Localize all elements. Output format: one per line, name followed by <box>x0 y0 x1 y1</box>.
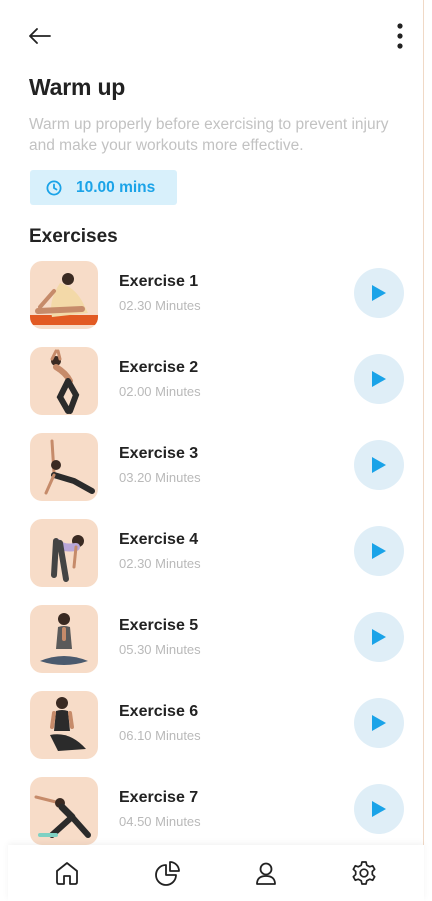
home-icon <box>56 862 78 885</box>
top-bar <box>0 0 424 72</box>
exercise-row[interactable]: Exercise 1 02.30 Minutes <box>0 260 424 330</box>
exercise-row[interactable]: Exercise 5 05.30 Minutes <box>0 604 424 674</box>
play-button[interactable] <box>354 440 404 490</box>
play-icon <box>372 543 386 559</box>
exercise-name: Exercise 5 <box>119 617 199 634</box>
play-button[interactable] <box>354 784 404 834</box>
pie-chart-icon <box>155 861 180 886</box>
play-icon <box>372 285 386 301</box>
exercise-thumbnail <box>30 519 98 587</box>
duration-text: 10.00 mins <box>76 178 156 196</box>
exercise-thumbnail <box>30 777 98 845</box>
page-subtitle: Warm up properly before exercising to pr… <box>29 116 389 154</box>
tab-settings[interactable] <box>344 855 384 891</box>
exercise-row[interactable]: Exercise 6 06.10 Minutes <box>0 690 424 760</box>
clock-icon <box>46 180 62 195</box>
play-button[interactable] <box>354 526 404 576</box>
play-button[interactable] <box>354 612 404 662</box>
exercise-row[interactable]: Exercise 4 02.30 Minutes <box>0 518 424 588</box>
exercise-name: Exercise 2 <box>119 359 199 376</box>
play-icon <box>372 801 386 817</box>
exercise-name: Exercise 6 <box>119 703 199 720</box>
exercise-duration: 05.30 Minutes <box>119 642 201 657</box>
exercise-name: Exercise 4 <box>119 531 199 548</box>
exercise-duration: 02.00 Minutes <box>119 384 201 399</box>
more-options-button[interactable] <box>388 20 412 52</box>
exercise-thumbnail <box>30 433 98 501</box>
play-button[interactable] <box>354 354 404 404</box>
user-icon <box>256 862 276 885</box>
exercise-thumbnail <box>30 261 98 329</box>
bottom-tab-bar <box>8 845 424 901</box>
arrow-left-icon <box>29 28 51 44</box>
back-button[interactable] <box>26 22 54 50</box>
play-icon <box>372 371 386 387</box>
exercise-row[interactable]: Exercise 3 03.20 Minutes <box>0 432 424 502</box>
exercise-thumbnail <box>30 691 98 759</box>
exercise-name: Exercise 3 <box>119 445 199 462</box>
more-vertical-icon <box>397 23 403 49</box>
play-button[interactable] <box>354 698 404 748</box>
exercise-duration: 06.10 Minutes <box>119 728 201 743</box>
play-icon <box>372 715 386 731</box>
section-title: Exercises <box>29 226 118 247</box>
exercise-duration: 04.50 Minutes <box>119 814 201 829</box>
play-icon <box>372 629 386 645</box>
play-button[interactable] <box>354 268 404 318</box>
exercise-name: Exercise 1 <box>119 273 199 290</box>
duration-badge: 10.00 mins <box>30 170 177 205</box>
exercise-row[interactable]: Exercise 7 04.50 Minutes <box>0 776 424 846</box>
exercise-duration: 03.20 Minutes <box>119 470 201 485</box>
tab-home[interactable] <box>47 855 87 891</box>
exercise-name: Exercise 7 <box>119 789 199 806</box>
exercise-thumbnail <box>30 605 98 673</box>
page-title: Warm up <box>29 74 126 100</box>
settings-icon <box>352 861 376 885</box>
tab-stats[interactable] <box>148 855 188 891</box>
warm-up-screen: Warm up Warm up properly before exercisi… <box>0 0 424 901</box>
exercise-thumbnail <box>30 347 98 415</box>
play-icon <box>372 457 386 473</box>
exercise-duration: 02.30 Minutes <box>119 556 201 571</box>
tab-profile[interactable] <box>246 855 286 891</box>
exercise-row[interactable]: Exercise 2 02.00 Minutes <box>0 346 424 416</box>
exercise-duration: 02.30 Minutes <box>119 298 201 313</box>
